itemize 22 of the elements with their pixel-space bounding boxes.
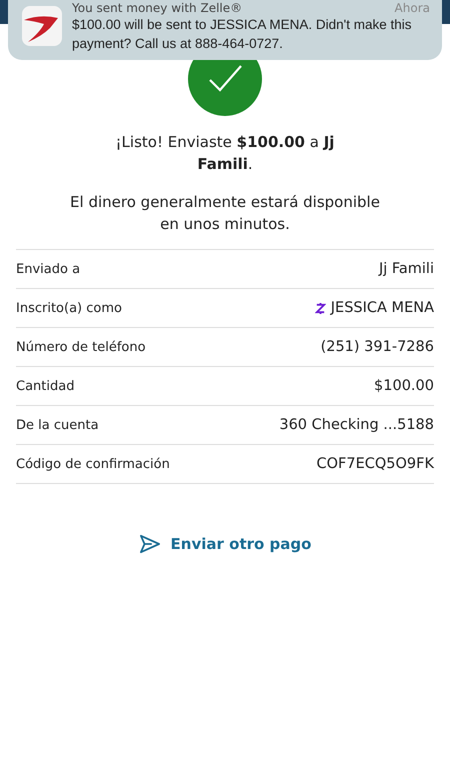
detail-value: (251) 391-7286	[320, 339, 434, 355]
detail-label: Cantidad	[16, 378, 74, 394]
detail-value: $100.00	[374, 378, 434, 394]
detail-value: COF7ECQ5O9FK	[316, 456, 434, 472]
detail-label: Número de teléfono	[16, 340, 146, 354]
detail-label: Inscrito(a) como	[16, 300, 122, 316]
notification-time: Ahora	[394, 2, 430, 15]
zelle-icon	[314, 302, 326, 314]
detail-label: Código de confirmación	[16, 456, 170, 472]
detail-value: 360 Checking ...5188	[279, 417, 434, 433]
send-again-button[interactable]: Enviar otro pago	[134, 530, 316, 558]
app-icon	[22, 6, 62, 46]
send-icon	[138, 534, 161, 554]
notification-banner[interactable]: You sent money with Zelle® Ahora $100.00 will be sent to JESSICA MENA. Didn't make this payment? Call us at 888-464-0727.	[8, 0, 442, 60]
detail-label: Enviado a	[16, 262, 80, 276]
notification-title: You sent money with Zelle®	[72, 2, 242, 15]
detail-label: De la cuenta	[16, 418, 99, 432]
notification-message: $100.00 will be sent to JESSICA MENA. Didn't make this payment? Call us at 888-464-0727.	[72, 16, 412, 53]
detail-value: Jj Famili	[378, 261, 434, 277]
availability-note: El dinero generalmente estará disponible en unos minutos.	[69, 192, 381, 235]
detail-value: JESSICA MENA	[330, 300, 434, 316]
confirmation-headline: ¡Listo! Enviaste $100.00 a Jj Famili.	[115, 132, 335, 175]
